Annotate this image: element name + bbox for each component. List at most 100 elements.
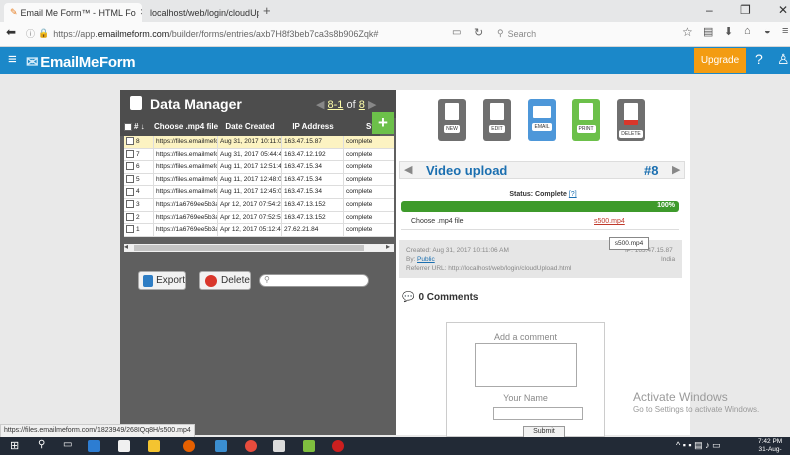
horizontal-scrollbar[interactable]: ◂ ▸ [124,242,394,252]
scroll-left-icon[interactable]: ◂ [124,242,128,251]
user-icon[interactable]: ♙ [777,51,790,68]
library-icon[interactable]: ▤ [703,25,713,38]
table-row[interactable]: 4 https://files.emailmefor Aug 11, 2017 12… [124,186,394,199]
pager-total[interactable]: 8 [359,99,365,111]
notepad-icon[interactable] [303,440,315,452]
column-header-status[interactable]: St [344,118,374,136]
data-manager-panel: Data Manager ◀ 8-1 of 8 ▶ # ↓ Choose .mp… [120,90,396,435]
row-checkbox[interactable] [126,175,134,184]
next-entry-icon[interactable]: ▶ [672,163,680,176]
referrer-url: Referrer URL: http://localhost/web/login… [406,265,572,272]
table-search-input[interactable]: ⚲ [259,274,369,287]
pager-current[interactable]: 8-1 [328,99,344,111]
status-help-link[interactable]: [?] [569,191,577,198]
select-all-column[interactable]: # ↓ [124,118,154,136]
browser-tab-localhost[interactable]: localhost/web/login/cloudUplo ✕ [144,3,259,22]
printer-icon [579,103,593,120]
help-icon[interactable]: ? [755,51,763,67]
row-checkbox[interactable] [126,149,134,158]
minimize-icon[interactable]: – [706,3,713,17]
column-header-num: # [134,122,139,131]
reader-icon[interactable]: ▭ [452,27,461,38]
email-entry-tool[interactable]: EMAIL [528,99,556,141]
row-checkbox[interactable] [126,212,134,221]
new-entry-tool[interactable]: NEW [438,99,466,141]
close-tab-icon[interactable]: ✕ [136,7,142,18]
edit-pencil-icon [490,103,504,120]
app-logo[interactable]: ✉ EmailMeForm [26,53,136,71]
menu-icon[interactable]: ≡ [782,25,788,37]
download-icon[interactable]: ⬇ [724,25,733,38]
print-entry-tool[interactable]: PRINT [572,99,600,141]
maximize-icon[interactable]: ❐ [740,3,751,17]
prev-entry-icon[interactable]: ◀ [404,163,412,176]
opera-icon[interactable] [332,440,344,452]
upgrade-button[interactable]: Upgrade [694,48,746,73]
home-icon[interactable]: ⌂ [744,25,751,37]
scroll-right-icon[interactable]: ▸ [386,242,390,251]
table-row[interactable]: 3 https://1a6769ee5b3a Apr 12, 2017 07:54:… [124,198,394,212]
by-user-link[interactable]: Public [417,256,435,263]
your-name-input[interactable] [493,407,583,420]
table-row[interactable]: 8 https://files.emailmefor Aug 31, 2017 10… [124,136,394,149]
pocket-icon[interactable]: ◒ [764,25,771,37]
row-checkbox[interactable] [126,225,134,234]
row-checkbox[interactable] [126,162,134,171]
row-ip: 163.47.15.34 [282,186,344,198]
entry-number: #8 [644,163,659,178]
add-entry-button[interactable]: + [372,112,394,134]
pager-next-icon[interactable]: ▶ [368,99,376,111]
row-checkbox[interactable] [126,200,134,209]
edge-icon[interactable] [88,440,100,452]
store-icon[interactable] [118,440,130,452]
table-row[interactable]: 5 https://files.emailmefor Aug 11, 2017 12… [124,173,394,187]
field-row-file: Choose .mp4 file s500.mp4 [401,215,679,230]
row-date: Aug 11, 2017 12:51:44 [218,161,282,173]
row-file: https://1a6769ee5b3a [154,224,218,236]
file-explorer-icon[interactable] [148,440,160,452]
delete-button[interactable]: Delete [199,271,251,290]
file-link[interactable]: s500.mp4 [594,218,625,225]
table-row[interactable]: 7 https://files.emailmefor Aug 31, 2017 05… [124,148,394,162]
edit-entry-tool[interactable]: EDIT [483,99,511,141]
export-icon [143,274,154,287]
submit-button[interactable]: Submit [523,426,565,437]
scroll-thumb[interactable] [134,245,364,251]
row-file: https://1a6769ee5b3a [154,211,218,224]
task-view-icon[interactable]: ▭ [63,439,72,450]
comment-textarea[interactable] [475,343,577,387]
search-icon[interactable]: ⚲ [38,439,45,450]
windows-start-icon[interactable]: ⊞ [10,439,19,452]
row-checkbox[interactable] [126,137,134,146]
firefox-icon[interactable] [183,440,195,452]
column-header-date[interactable]: Date Created [218,118,282,136]
reload-icon[interactable]: ↻ [474,26,483,39]
select-all-checkbox[interactable] [124,122,132,131]
table-row[interactable]: 1 https://1a6769ee5b3a Apr 12, 2017 05:12:… [124,224,394,237]
table-row[interactable]: 2 https://1a6769ee5b3a Apr 12, 2017 07:52:… [124,211,394,225]
close-window-icon[interactable]: ✕ [778,3,788,17]
row-checkbox[interactable] [126,187,134,196]
column-header-ip[interactable]: IP Address [282,118,344,136]
chrome-icon[interactable] [245,440,257,452]
app-icon[interactable] [215,440,227,452]
activate-windows-title: Activate Windows [633,390,728,404]
browser-search-input[interactable]: ⚲ Search [497,25,647,42]
back-icon[interactable]: ⬅ [6,25,16,39]
created-date: Created: Aug 31, 2017 10:11:06 AM [406,247,509,254]
new-tab-icon[interactable]: + [263,3,271,18]
url-bar[interactable]: ⓘ 🔒 https://app. emailmeform.com/builder/… [26,25,436,42]
bookmark-star-icon[interactable]: ☆ [682,25,693,39]
delete-entry-tool[interactable]: DELETE [617,99,645,141]
hamburger-menu-icon[interactable]: ≡ [8,51,17,68]
export-button[interactable]: Export [138,271,186,290]
taskbar-clock[interactable]: 7:42 PM 31-Aug- [758,438,782,454]
tray-icons[interactable]: ^ ▪ ▪ ▤ ♪ ▭ [676,440,721,451]
clock-date: 31-Aug- [758,446,782,453]
column-header-file[interactable]: Choose .mp4 file [154,118,218,136]
media-icon[interactable] [273,440,285,452]
email-tool-label: EMAIL [532,123,552,131]
pager-prev-icon[interactable]: ◀ [316,99,324,111]
table-row[interactable]: 6 https://files.emailmefor Aug 11, 2017 12… [124,161,394,174]
browser-tab-emailmeform[interactable]: ✎ Email Me Form™ - HTML Fo ✕ [4,3,142,22]
